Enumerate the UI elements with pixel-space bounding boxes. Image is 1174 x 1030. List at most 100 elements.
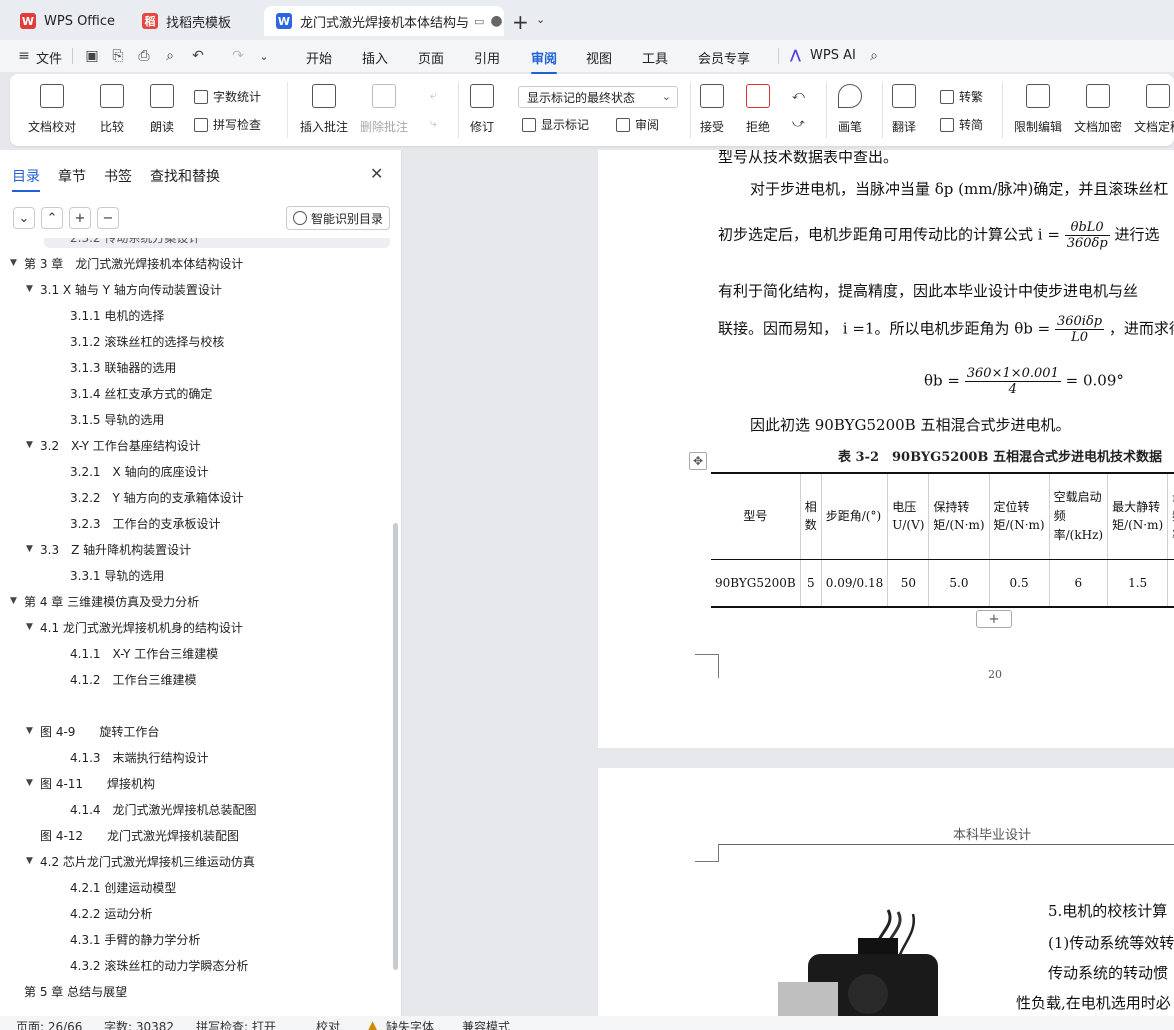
review-pane-button[interactable]: 审阅 xyxy=(616,116,659,133)
file-menu[interactable]: 文件 xyxy=(36,48,62,67)
menu-tab-member[interactable]: 会员专享 xyxy=(698,48,750,67)
missing-font-indicator[interactable]: 缺失字体 xyxy=(386,1018,434,1030)
toc-item[interactable]: 3.1.2 滚珠丝杠的选择与校核 xyxy=(70,330,224,352)
menu-tab-insert[interactable]: 插入 xyxy=(362,48,388,67)
smart-toc-button[interactable]: 智能识别目录 xyxy=(286,206,390,230)
toc-item[interactable]: 3.1.1 电机的选择 xyxy=(70,304,164,326)
tab-template[interactable]: 稻 找稻壳模板 xyxy=(130,6,258,36)
show-markup-button[interactable]: 显示标记 xyxy=(522,116,589,133)
toc-item[interactable]: 3.1.4 丝杠支承方式的确定 xyxy=(70,382,212,404)
toc-item[interactable]: 2.3.2 传动系统方案设计 xyxy=(44,238,390,248)
nav-tab-toc[interactable]: 目录 xyxy=(12,166,40,192)
toc-scrollbar[interactable] xyxy=(393,523,398,970)
toc-item[interactable]: ▼ 第 3 章 龙门式激光焊接机本体结构设计 xyxy=(10,252,243,274)
table-move-handle-icon[interactable]: ✥ xyxy=(689,452,707,470)
page-indicator[interactable]: 页面: 26/66 xyxy=(16,1018,82,1030)
prev-change-icon[interactable]: ⤺ xyxy=(792,88,805,103)
proof-indicator[interactable]: 校对 xyxy=(316,1018,340,1030)
toc-item[interactable]: 3.3.1 导轨的选用 xyxy=(70,564,164,586)
save-icon[interactable]: ▣ xyxy=(80,44,104,68)
next-comment-icon[interactable]: ⤷ xyxy=(430,116,437,131)
toc-item[interactable]: 4.2.1 创建运动模型 xyxy=(70,876,176,898)
translate-button[interactable]: 翻译 xyxy=(892,84,916,135)
nav-tab-find-replace[interactable]: 查找和替换 xyxy=(150,166,220,186)
toc-item[interactable]: ▼ 4.1 龙门式激光焊接机机身的结构设计 xyxy=(26,616,243,638)
toc-item[interactable]: 4.3.2 滚珠丝杠的动力学瞬态分析 xyxy=(70,954,248,976)
menu-tab-references[interactable]: 引用 xyxy=(474,48,500,67)
to-simplified-button[interactable]: 转简 xyxy=(940,116,983,133)
remove-heading-button[interactable]: − xyxy=(97,207,119,229)
spell-check-indicator[interactable]: 拼写检查: 打开 xyxy=(196,1018,276,1030)
add-row-plus-icon[interactable]: + xyxy=(976,610,1012,628)
toc-item[interactable]: ▼ 3.1 X 轴与 Y 轴方向传动装置设计 xyxy=(26,278,222,300)
caret-down-icon[interactable]: ▼ xyxy=(10,596,24,606)
accept-button[interactable]: 接受 xyxy=(700,84,724,135)
track-changes-button[interactable]: 修订 xyxy=(470,84,494,135)
toc-item[interactable]: 4.1.4 龙门式激光焊接机总装配图 xyxy=(70,798,257,820)
chevron-down-icon[interactable]: ⌄ xyxy=(536,13,545,26)
collapse-down-button[interactable]: ⌄ xyxy=(13,207,35,229)
export-icon[interactable]: ⎘ xyxy=(106,44,130,68)
doc-check-button[interactable]: 文档校对 xyxy=(28,84,76,135)
caret-down-icon[interactable]: ▼ xyxy=(26,284,40,294)
insert-comment-button[interactable]: 插入批注 xyxy=(300,84,348,135)
caret-down-icon[interactable]: ▼ xyxy=(26,856,40,866)
compare-button[interactable]: 比较 xyxy=(100,84,124,135)
toc-item[interactable]: 4.1.2 工作台三维建模 xyxy=(70,668,197,690)
word-count-button[interactable]: 字数统计 xyxy=(194,88,261,105)
caret-down-icon[interactable]: ▼ xyxy=(26,778,40,788)
toc-item[interactable]: 3.2.2 Y 轴方向的支承箱体设计 xyxy=(70,486,244,508)
toc-item[interactable]: ▼ 3.3 Z 轴升降机构装置设计 xyxy=(26,538,191,560)
hamburger-menu-icon[interactable]: ≡ xyxy=(12,44,36,68)
read-aloud-button[interactable]: 朗读 xyxy=(150,84,174,135)
word-count-indicator[interactable]: 字数: 30382 xyxy=(104,1018,174,1030)
encrypt-button[interactable]: 文档加密 xyxy=(1074,84,1122,135)
collapse-up-button[interactable]: ⌃ xyxy=(41,207,63,229)
toc-item[interactable]: 第 5 章 总结与展望 xyxy=(24,980,127,1002)
toc-item[interactable]: ▼ 图 4-9 旋转工作台 xyxy=(26,720,159,742)
close-icon[interactable]: ✕ xyxy=(370,164,383,183)
toc-item[interactable]: ▼ 3.2 X-Y 工作台基座结构设计 xyxy=(26,434,201,456)
print-preview-icon[interactable]: ⌕ xyxy=(158,44,182,68)
caret-down-icon[interactable]: ▼ xyxy=(26,544,40,554)
caret-down-icon[interactable]: ▼ xyxy=(10,258,24,268)
add-heading-button[interactable]: + xyxy=(69,207,91,229)
caret-down-icon[interactable]: ▼ xyxy=(26,622,40,632)
toc-item[interactable]: ▼ 第 4 章 三维建模仿真及受力分析 xyxy=(10,590,199,612)
markup-state-select[interactable]: 显示标记的最终状态 ⌄ xyxy=(518,86,678,108)
chevron-down-icon[interactable]: ⌄ xyxy=(252,44,276,68)
tab-wps-office[interactable]: W WPS Office xyxy=(8,6,124,36)
toc-item[interactable]: 4.3.1 手臂的静力学分析 xyxy=(70,928,200,950)
tab-close-dot-icon[interactable]: ● xyxy=(490,13,502,29)
menu-tab-tools[interactable]: 工具 xyxy=(642,48,668,67)
menu-tab-view[interactable]: 视图 xyxy=(586,48,612,67)
spell-check-button[interactable]: 拼写检查 xyxy=(194,116,261,133)
nav-tab-sections[interactable]: 章节 xyxy=(58,166,86,186)
print-icon[interactable]: ⎙ xyxy=(132,44,156,68)
toc-item[interactable]: 4.1.1 X-Y 工作台三维建模 xyxy=(70,642,218,664)
prev-comment-icon[interactable]: ⤶ xyxy=(430,88,437,103)
pen-button[interactable]: 画笔 xyxy=(838,84,862,135)
toc-item[interactable]: 4.2.2 运动分析 xyxy=(70,902,152,924)
new-tab-plus-icon[interactable]: + xyxy=(512,10,529,34)
undo-icon[interactable]: ↶ xyxy=(186,44,210,68)
menu-tab-home[interactable]: 开始 xyxy=(306,48,332,67)
toc-item[interactable]: ▼ 4.2 芯片龙门式激光焊接机三维运动仿真 xyxy=(26,850,255,872)
finalize-button[interactable]: 文档定稿 xyxy=(1134,84,1174,135)
toc-item[interactable]: 4.1.3 末端执行结构设计 xyxy=(70,746,209,768)
toc-item[interactable]: 3.1.3 联轴器的选用 xyxy=(70,356,176,378)
menu-tab-page[interactable]: 页面 xyxy=(418,48,444,67)
search-icon[interactable]: ⌕ xyxy=(862,44,886,68)
restrict-edit-button[interactable]: 限制编辑 xyxy=(1014,84,1062,135)
caret-down-icon[interactable]: ▼ xyxy=(26,440,40,450)
caret-down-icon[interactable]: ▼ xyxy=(26,726,40,736)
to-traditional-button[interactable]: 转繁 xyxy=(940,88,983,105)
tab-document[interactable]: W 龙门式激光焊接机本体结构与 ▭ ● xyxy=(264,6,504,36)
nav-tab-bookmarks[interactable]: 书签 xyxy=(104,166,132,186)
next-change-icon[interactable]: ⤻ xyxy=(792,116,805,131)
reject-button[interactable]: 拒绝 xyxy=(746,84,770,135)
toc-item[interactable]: 3.2.3 工作台的支承板设计 xyxy=(70,512,221,534)
tab-display-icon[interactable]: ▭ xyxy=(474,15,484,28)
wps-ai-button[interactable]: WPS AI xyxy=(810,48,856,63)
toc-item[interactable]: 3.2.1 X 轴向的底座设计 xyxy=(70,460,209,482)
